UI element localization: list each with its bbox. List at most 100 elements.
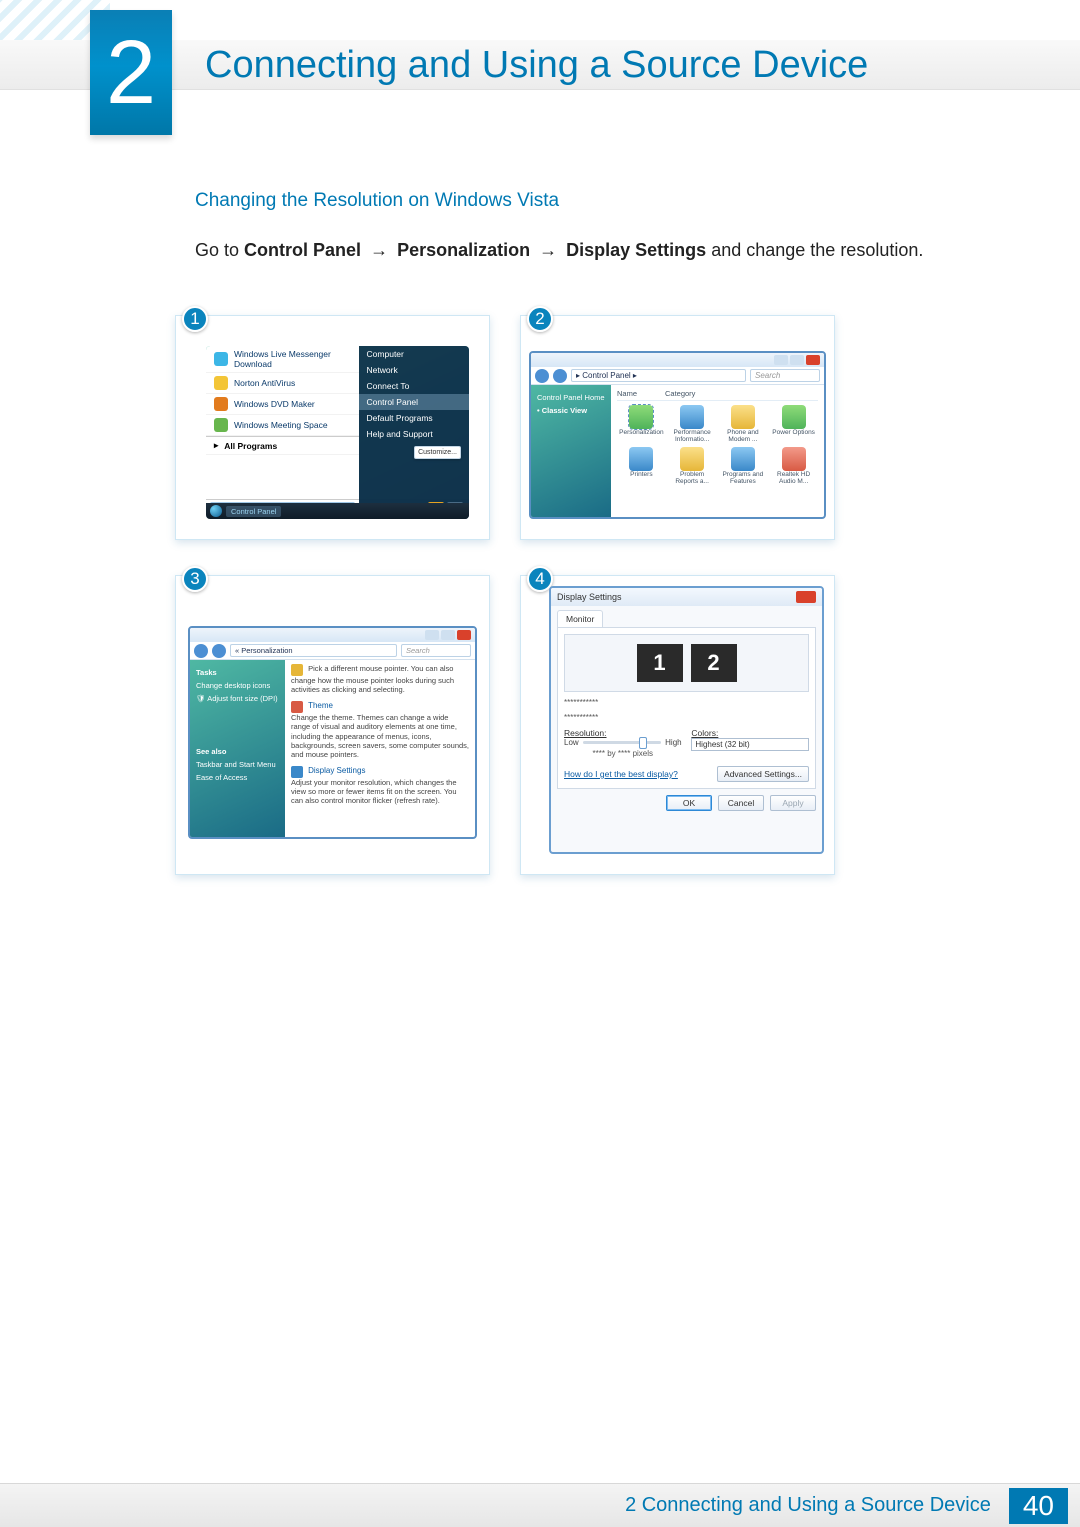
resolution-value: **** by **** pixels [564,749,682,758]
start-menu-right: Computer Network Connect To Control Pane… [359,346,469,499]
minimize-button[interactable] [774,355,788,365]
instr-prefix: Go to [195,240,244,260]
help-link[interactable]: How do I get the best display? [564,769,678,779]
cp-item[interactable]: Performance Informatio... [668,405,717,443]
nav-back-icon[interactable] [194,644,208,658]
display-settings-link[interactable]: Display Settings [308,766,365,775]
start-right-item[interactable]: Computer [359,346,469,362]
cancel-button[interactable]: Cancel [718,795,764,811]
hdr-name: Name [617,389,665,398]
start-menu-window: Windows Live Messenger Download Norton A… [206,346,469,519]
start-item[interactable]: Windows DVD Maker [206,394,359,415]
close-button[interactable] [457,630,471,640]
monitor-preview: 1 2 [564,634,809,692]
start-right-item[interactable]: Default Programs [359,410,469,426]
display-icon [291,766,303,778]
theme-icon [291,701,303,713]
cp-classic-view[interactable]: • Classic View [537,404,605,417]
breadcrumb[interactable]: ▸ Control Panel ▸ [571,369,746,382]
start-item[interactable]: Windows Live Messenger Download [206,346,359,373]
cp-item[interactable]: Phone and Modem ... [719,405,768,443]
side-taskbar[interactable]: Taskbar and Start Menu [196,758,279,771]
side-see-also: See also [196,745,279,758]
section-subheading: Changing the Resolution on Windows Vista [195,190,980,212]
control-panel-window: ▸ Control Panel ▸ Search Control Panel H… [529,351,826,519]
start-right-item[interactable]: Connect To [359,378,469,394]
tab-monitor[interactable]: Monitor [557,610,603,627]
close-button[interactable] [806,355,820,365]
search-input[interactable]: Search [750,369,820,382]
side-ease[interactable]: Ease of Access [196,771,279,784]
resolution-slider[interactable]: Low High [564,738,682,747]
screenshot-4: 4 Display Settings Monitor 1 2 *********… [520,575,835,875]
screenshot-1: 1 Windows Live Messenger Download Norton… [175,315,490,540]
cp-item-personalization[interactable]: Personalization [617,405,666,443]
side-tasks: Tasks [196,666,279,679]
nav-forward-icon[interactable] [553,369,567,383]
screenshot-grid: 1 Windows Live Messenger Download Norton… [175,315,835,875]
page-number: 40 [1009,1488,1068,1524]
window-titlebar [531,353,824,367]
monitor-1[interactable]: 1 [637,644,683,682]
monitor-2[interactable]: 2 [691,644,737,682]
adapter-name: *********** [564,713,809,722]
start-orb-icon[interactable] [210,505,222,517]
side-font-size[interactable]: 🛡 Adjust font size (DPI) [196,692,279,705]
theme-desc: Change the theme. Themes can change a wi… [291,713,469,760]
close-button[interactable] [796,591,816,603]
footer-text: 2 Connecting and Using a Source Device [625,1494,991,1517]
address-bar: ▸ Control Panel ▸ Search [531,367,824,385]
ok-button[interactable]: OK [666,795,712,811]
cp-item[interactable]: Realtek HD Audio M... [769,447,818,485]
nav-back-icon[interactable] [535,369,549,383]
display-settings-window: Display Settings Monitor 1 2 ***********… [549,586,824,854]
theme-link[interactable]: Theme [308,701,333,710]
instr-path3: Display Settings [566,240,706,260]
step-badge-1: 1 [182,306,208,332]
cp-item[interactable]: Power Options [769,405,818,443]
advanced-settings-button[interactable]: Advanced Settings... [717,766,809,782]
cp-headers: Name Category [617,389,818,401]
start-item[interactable]: Norton AntiVirus [206,373,359,394]
chapter-title: Connecting and Using a Source Device [205,44,868,87]
colors-select[interactable]: Highest (32 bit) [691,738,809,751]
taskbar-button[interactable]: Control Panel [226,506,281,517]
screenshot-3: 3 « Personalization Search Tasks Change … [175,575,490,875]
nav-forward-icon[interactable] [212,644,226,658]
chapter-number-box: 2 [90,10,172,135]
colors-label: Colors: [691,728,809,738]
page-footer: 2 Connecting and Using a Source Device 4… [0,1483,1080,1527]
mouse-icon [291,664,303,676]
resolution-label: Resolution: [564,728,682,738]
cp-sidebar: Control Panel Home • Classic View [531,385,611,517]
start-right-item[interactable]: Network [359,362,469,378]
search-input[interactable]: Search [401,644,471,657]
cp-home-link[interactable]: Control Panel Home [537,391,605,404]
personalization-window: « Personalization Search Tasks Change de… [188,626,477,839]
start-item[interactable]: Windows Meeting Space [206,415,359,436]
cp-item[interactable]: Programs and Features [719,447,768,485]
instr-path1: Control Panel [244,240,361,260]
start-right-item-control-panel[interactable]: Control Panel [359,394,469,410]
arrow-icon: → [366,237,392,264]
maximize-button[interactable] [790,355,804,365]
cp-item[interactable]: Printers [617,447,666,485]
minimize-button[interactable] [425,630,439,640]
cp-item[interactable]: Problem Reports a... [668,447,717,485]
side-change-icons[interactable]: Change desktop icons [196,679,279,692]
monitor-name: *********** [564,698,809,707]
dialog-buttons: OK Cancel Apply [551,789,822,817]
start-right-item[interactable]: Help and Support [359,426,469,442]
apply-button[interactable]: Apply [770,795,816,811]
arrow-icon: → [535,237,561,264]
address-bar: « Personalization Search [190,642,475,660]
cp-main: Name Category Personalization Performanc… [611,385,824,517]
instr-suffix: and change the resolution. [711,240,923,260]
callout-customize: Customize... [414,446,461,459]
step-badge-3: 3 [182,566,208,592]
maximize-button[interactable] [441,630,455,640]
screenshot-2: 2 ▸ Control Panel ▸ Search Control Panel… [520,315,835,540]
slider-thumb[interactable] [639,737,647,749]
breadcrumb[interactable]: « Personalization [230,644,397,657]
all-programs[interactable]: ▸ All Programs [206,436,359,455]
